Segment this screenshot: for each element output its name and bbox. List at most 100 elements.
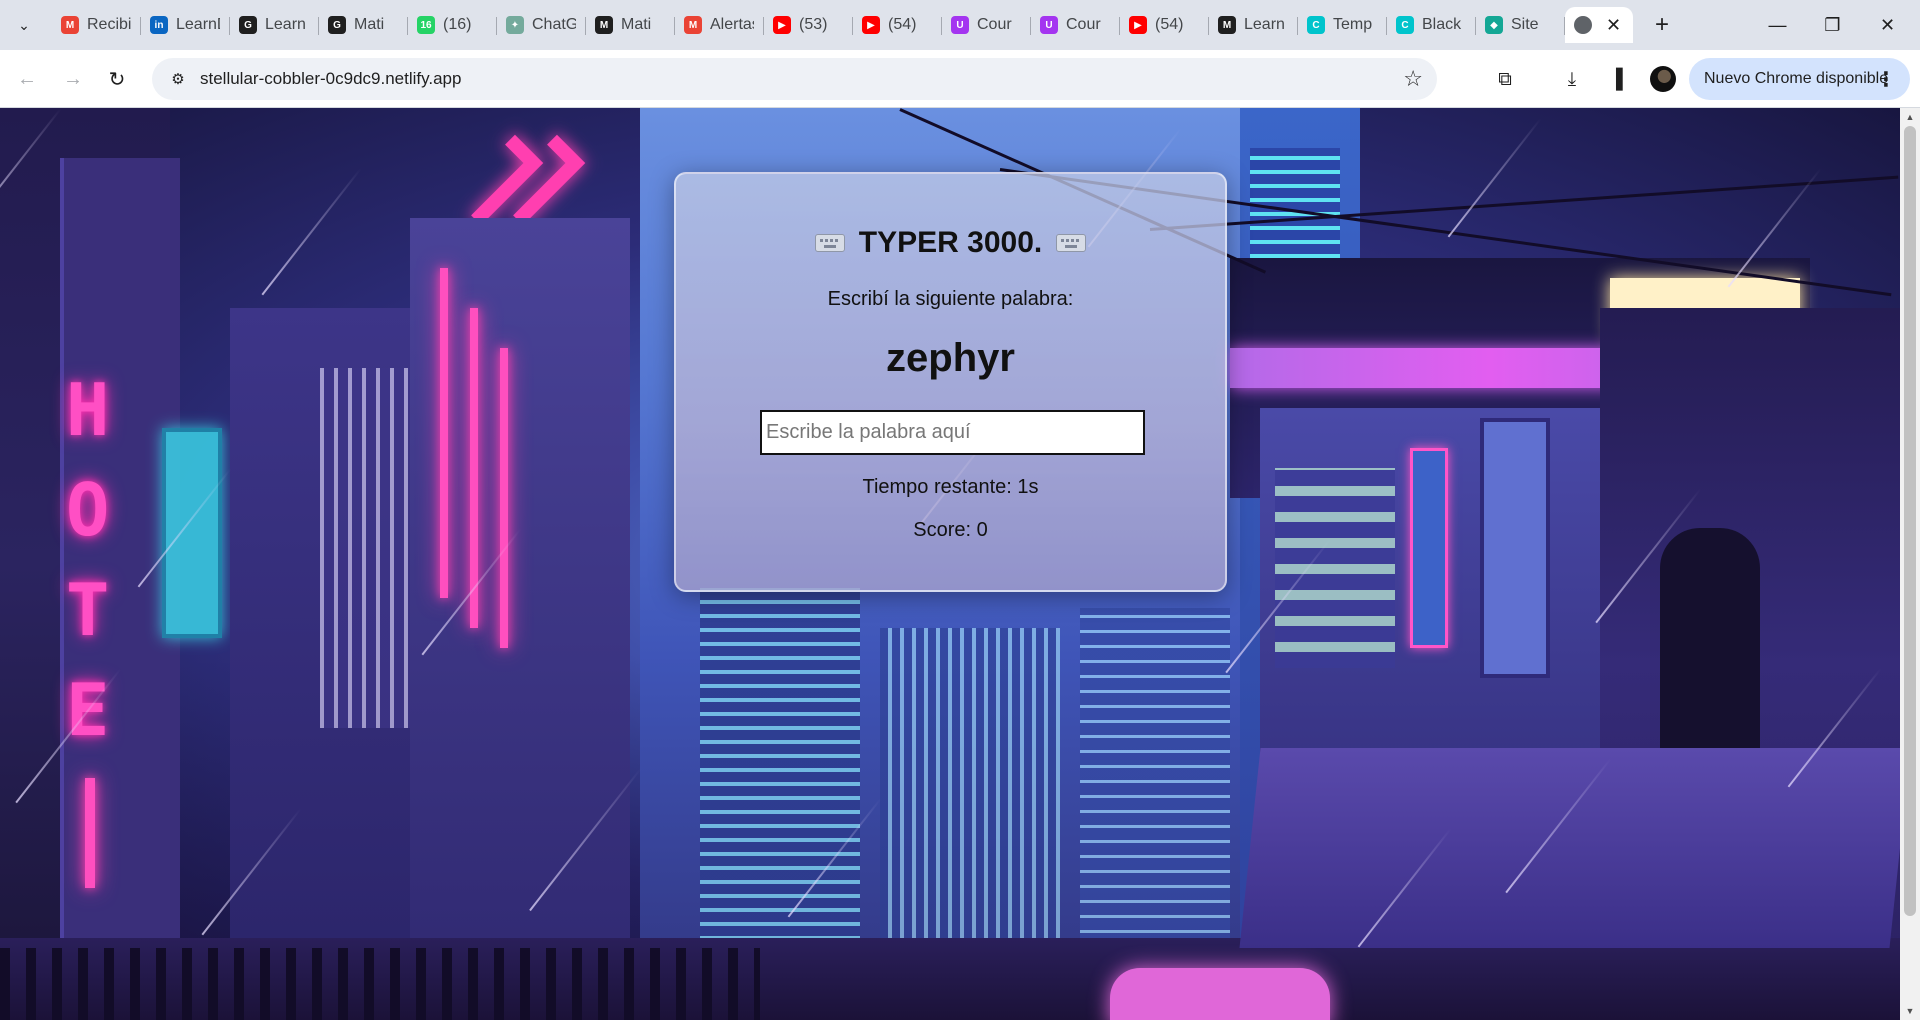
chatgpt-icon: ✦ xyxy=(506,16,524,34)
download-icon: ⤓ xyxy=(1567,69,1577,90)
update-chrome-button[interactable]: Nuevo Chrome disponible ⋮ xyxy=(1689,58,1910,100)
tab-13[interactable]: M Learn xyxy=(1209,7,1298,43)
youtube-icon: ▶ xyxy=(1129,16,1147,34)
tab-7[interactable]: M Alertas xyxy=(675,7,764,43)
minimize-button[interactable]: — xyxy=(1750,0,1805,50)
tab-search-button[interactable]: ⌄ xyxy=(8,10,40,40)
new-tab-button[interactable]: + xyxy=(1648,11,1676,39)
tab-4[interactable]: 16 (16) xyxy=(408,7,497,43)
arrow-left-icon: ← xyxy=(17,67,37,90)
extensions-button[interactable]: ⧉ xyxy=(1491,66,1519,94)
browser-toolbar: ← → ↻ ⚙ stellular-cobbler-0c9dc9.netlify… xyxy=(0,50,1920,108)
close-tab-icon[interactable]: ✕ xyxy=(1606,15,1621,36)
scroll-down-arrow-icon[interactable]: ▼ xyxy=(1900,1002,1920,1020)
tab-2[interactable]: G Learn xyxy=(230,7,319,43)
keyboard-icon xyxy=(814,234,845,252)
instruction-text: Escribí la siguiente palabra: xyxy=(827,288,1074,310)
canva-icon: C xyxy=(1396,16,1414,34)
medium-icon: M xyxy=(1218,16,1236,34)
tab-9[interactable]: ▶ (54) xyxy=(853,7,942,43)
time-remaining: Tiempo restante: 1s xyxy=(862,476,1039,498)
game-title: TYPER 3000. xyxy=(676,226,1225,260)
score: Score: 0 xyxy=(913,519,988,541)
more-menu-icon[interactable]: ⋮ xyxy=(1876,67,1896,92)
youtube-icon: ▶ xyxy=(862,16,880,34)
whatsapp-icon: 16 xyxy=(417,16,435,34)
chevron-down-icon: ⌄ xyxy=(18,16,30,33)
netlify-icon: ◆ xyxy=(1485,16,1503,34)
restore-icon: ❐ xyxy=(1824,14,1841,35)
bookmark-star-icon[interactable]: ☆ xyxy=(1403,67,1423,91)
tab-title: (53) xyxy=(799,16,828,33)
tab-1[interactable]: in LearnDash xyxy=(141,7,230,43)
tab-5[interactable]: ✦ ChatGPT xyxy=(497,7,586,43)
close-window-button[interactable]: ✕ xyxy=(1860,0,1915,50)
back-button[interactable]: ← xyxy=(12,64,42,94)
gmail-icon: M xyxy=(684,16,702,34)
tab-title: Black xyxy=(1422,16,1462,33)
tab-title: Alertas xyxy=(710,16,754,33)
minimize-icon: — xyxy=(1768,14,1787,35)
tab-15[interactable]: C Black xyxy=(1387,7,1476,43)
reload-button[interactable]: ↻ xyxy=(102,64,132,94)
page-viewport: H O T E xyxy=(0,108,1900,1020)
address-bar[interactable]: ⚙ stellular-cobbler-0c9dc9.netlify.app ☆ xyxy=(152,58,1437,100)
tab-title: Learn xyxy=(1244,16,1285,33)
tab-title: Learn xyxy=(265,16,306,33)
tab-11[interactable]: U Cour xyxy=(1031,7,1120,43)
scrollbar-thumb[interactable] xyxy=(1904,126,1916,916)
udemy-icon: U xyxy=(1040,16,1058,34)
tab-title: Temp xyxy=(1333,16,1373,33)
forward-button[interactable]: → xyxy=(58,64,88,94)
tab-title: (54) xyxy=(1155,16,1184,33)
tab-6[interactable]: M Mati xyxy=(586,7,675,43)
tab-3[interactable]: G Mati xyxy=(319,7,408,43)
puzzle-icon: ⧉ xyxy=(1498,69,1512,90)
tab-0[interactable]: M Recibidos xyxy=(52,7,141,43)
tab-title: Cour xyxy=(1066,16,1101,33)
reload-icon: ↻ xyxy=(108,68,126,91)
game-card: TYPER 3000. Escribí la siguiente palabra… xyxy=(674,172,1227,592)
restore-button[interactable]: ❐ xyxy=(1805,0,1860,50)
github-icon: G xyxy=(328,16,346,34)
profile-avatar[interactable] xyxy=(1650,66,1676,92)
side-panel-icon: ▐ xyxy=(1609,69,1623,90)
close-icon: ✕ xyxy=(1879,14,1896,35)
tab-title: Recibidos xyxy=(87,16,131,33)
url-text: stellular-cobbler-0c9dc9.netlify.app xyxy=(200,69,462,88)
scroll-up-arrow-icon[interactable]: ▲ xyxy=(1900,108,1920,126)
medium-icon: M xyxy=(595,16,613,34)
tab-14[interactable]: C Temp xyxy=(1298,7,1387,43)
tab-12[interactable]: ▶ (54) xyxy=(1120,7,1209,43)
udemy-icon: U xyxy=(951,16,969,34)
tab-strip: ⌄ M Recibidos in LearnDash G Learn G Mati 16 (16)… xyxy=(0,0,1920,50)
globe-icon xyxy=(1574,16,1592,34)
youtube-icon: ▶ xyxy=(773,16,791,34)
tab-title: Mati xyxy=(621,16,652,33)
tab-title: Cour xyxy=(977,16,1012,33)
update-chip-label: Nuevo Chrome disponible xyxy=(1704,70,1889,87)
tab-list: M Recibidos in LearnDash G Learn G Mati 16 (16) ✦ C… xyxy=(52,7,1633,43)
page-scrollbar[interactable]: ▲ ▼ xyxy=(1900,108,1920,1020)
tab-active[interactable]: ✕ xyxy=(1565,7,1633,43)
gmail-icon: M xyxy=(61,16,79,34)
tab-16[interactable]: ◆ Site xyxy=(1476,7,1565,43)
canva-icon: C xyxy=(1307,16,1325,34)
game-title-text: TYPER 3000. xyxy=(858,226,1043,259)
side-panel-button[interactable]: ▐ xyxy=(1602,66,1630,94)
target-word: zephyr xyxy=(886,336,1015,380)
tab-title: Mati xyxy=(354,16,385,33)
downloads-button[interactable]: ⤓ xyxy=(1558,66,1586,94)
tab-title: (54) xyxy=(888,16,917,33)
keyboard-icon xyxy=(1056,234,1087,252)
tab-title: (16) xyxy=(443,16,472,33)
site-info-icon[interactable]: ⚙ xyxy=(166,67,190,91)
arrow-right-icon: → xyxy=(63,67,83,90)
linkedin-icon: in xyxy=(150,16,168,34)
tab-8[interactable]: ▶ (53) xyxy=(764,7,853,43)
word-input[interactable] xyxy=(760,410,1145,455)
tab-10[interactable]: U Cour xyxy=(942,7,1031,43)
tab-title: LearnDash xyxy=(176,16,220,33)
tab-title: ChatGPT xyxy=(532,16,576,33)
github-icon: G xyxy=(239,16,257,34)
